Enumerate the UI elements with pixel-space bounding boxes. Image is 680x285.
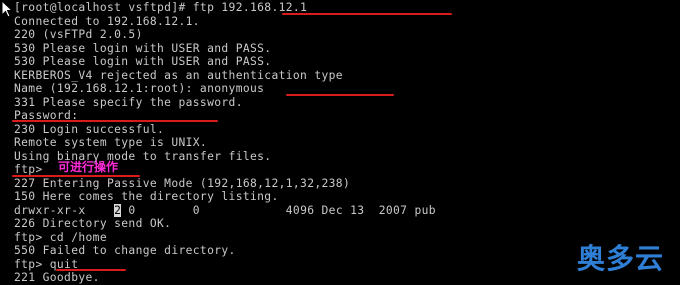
terminal-line: 227 Entering Passive Mode (192,168,12,1,… [14, 176, 351, 190]
terminal-line: 230 Login successful. [14, 122, 165, 136]
terminal-line: Name (192.168.12.1:root): anonymous [14, 82, 265, 95]
red-underline [282, 13, 452, 15]
listing-details: 0 0 4096 Dec 13 2007 pub [121, 203, 436, 217]
terminal-line: 550 Failed to change directory. [14, 244, 236, 257]
terminal-line: 220 (vsFTPd 2.0.5) [14, 28, 143, 41]
terminal-line: Using binary mode to transfer files. [14, 149, 272, 163]
terminal-line: KERBEROS_V4 rejected as an authenticatio… [14, 68, 343, 82]
terminal-line: Connected to 192.168.12.1. [14, 14, 200, 28]
watermark-logo: 奥多云 [576, 242, 664, 275]
listing-permissions: drwxr-xr-x [14, 203, 86, 217]
red-underline [12, 175, 140, 177]
terminal-line: [root@localhost vsftpd]# ftp 192.168.12.… [14, 1, 308, 14]
directory-listing-row: drwxr-xr-x 2 0 0 4096 Dec 13 2007 pub [14, 203, 436, 217]
terminal-line: 331 Please specify the password. [14, 95, 243, 109]
annotation-label: 可进行操作 [58, 160, 119, 174]
terminal-line: 221 Goodbye. [14, 271, 100, 284]
red-underline [56, 269, 126, 271]
red-underline [12, 120, 218, 122]
red-underline [286, 94, 394, 96]
terminal-window[interactable]: [root@localhost vsftpd]# ftp 192.168.12.… [0, 0, 680, 285]
mouse-pointer-icon [1, 0, 14, 18]
terminal-line: 226 Directory send OK. [14, 217, 172, 230]
terminal-line: Remote system type is UNIX. [14, 136, 208, 149]
terminal-line: 530 Please login with USER and PASS. [14, 55, 272, 68]
terminal-line: ftp> cd /home [14, 230, 107, 244]
terminal-line: 150 Here comes the directory listing. [14, 190, 279, 203]
terminal-line: 530 Please login with USER and PASS. [14, 41, 272, 55]
